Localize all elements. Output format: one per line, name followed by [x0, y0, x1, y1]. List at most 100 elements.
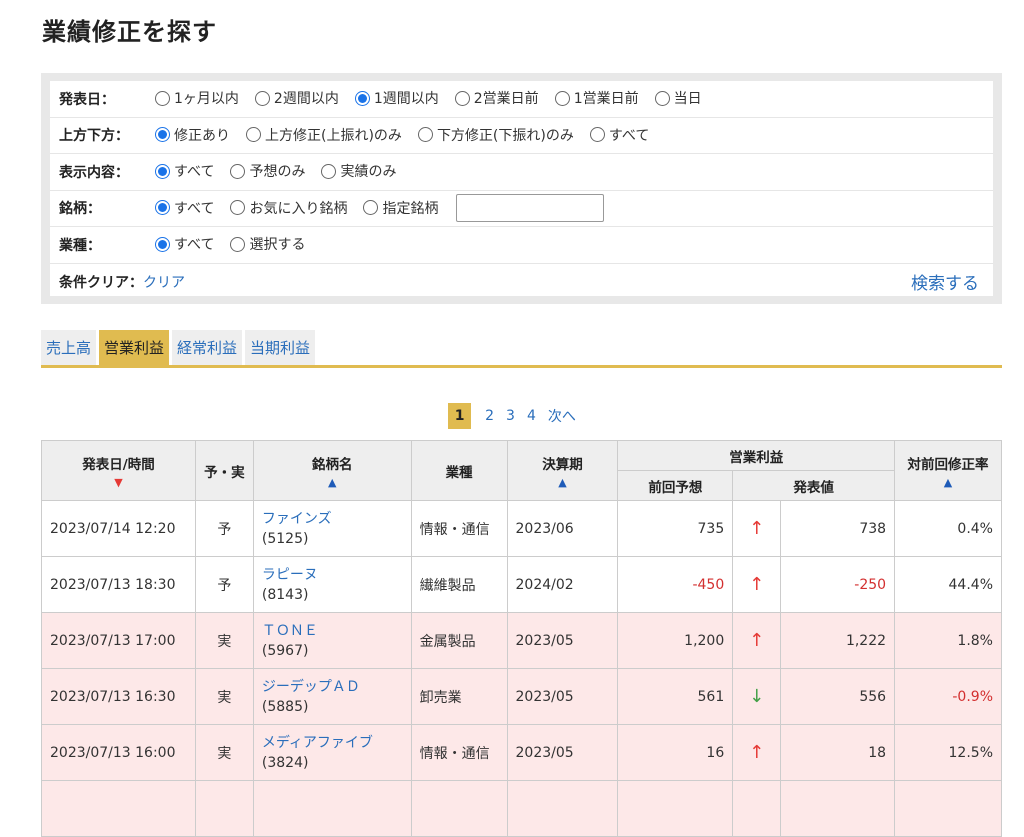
tab-operating-profit[interactable]: 営業利益: [99, 330, 170, 365]
radio-button[interactable]: [155, 163, 170, 179]
radio-button[interactable]: [155, 90, 170, 106]
sort-asc-icon[interactable]: ▲: [895, 476, 1001, 489]
cell-prev-forecast: 16: [617, 724, 734, 781]
stock-options: すべて お気に入り銘柄 指定銘柄: [155, 198, 454, 220]
cell-announced: 18: [780, 724, 896, 781]
cell-date: [41, 780, 196, 837]
cell-prev-forecast: 1,200: [617, 612, 734, 669]
radio-option[interactable]: 修正あり: [155, 125, 230, 145]
stock-code-input[interactable]: [456, 194, 605, 223]
radio-button[interactable]: [363, 200, 379, 215]
page-link[interactable]: 3: [506, 408, 515, 424]
sort-asc-icon[interactable]: ▲: [254, 476, 411, 489]
radio-option[interactable]: 実績のみ: [321, 161, 396, 181]
header-date[interactable]: 発表日/時間 ▼: [41, 440, 196, 501]
cell-announced: [780, 780, 896, 837]
cell-prev-forecast: [617, 780, 734, 837]
radio-option[interactable]: すべて: [589, 125, 649, 145]
cell-rate: 1.8%: [894, 612, 1002, 669]
radio-option[interactable]: 1営業日前: [554, 88, 639, 108]
cell-arrow: ↑: [732, 556, 782, 613]
radio-button[interactable]: [246, 127, 261, 142]
radio-label: 1ヶ月以内: [174, 91, 239, 107]
sort-asc-icon[interactable]: ▲: [508, 476, 618, 489]
stock-name-link[interactable]: ジーデップＡＤ: [262, 677, 403, 697]
cell-type: [194, 780, 254, 837]
cell-date: 2023/07/14 12:20: [41, 500, 196, 557]
tab-net-profit[interactable]: 当期利益: [245, 330, 316, 365]
table-row: 2023/07/13 16:00 実メディアファイブ (3824) 情報・通信 2023…: [41, 724, 1002, 781]
cell-type: 実: [194, 668, 254, 725]
filter-row-display: 表示内容： すべて 予想のみ 実績のみ: [50, 154, 993, 191]
radio-button[interactable]: [155, 200, 170, 215]
radio-button[interactable]: [230, 200, 246, 215]
radio-option[interactable]: 2営業日前: [454, 88, 539, 108]
cell-industry: 卸売業: [410, 668, 508, 725]
radio-option[interactable]: 1ヶ月以内: [155, 88, 239, 108]
radio-option[interactable]: 1週間以内: [354, 88, 439, 108]
cell-type: 実: [194, 724, 254, 781]
header-name[interactable]: 銘柄名 ▲: [252, 440, 412, 501]
radio-option[interactable]: 予想のみ: [230, 161, 305, 181]
cell-announced: 556: [780, 668, 896, 725]
next-page-link[interactable]: 次へ: [548, 406, 576, 426]
sort-desc-icon[interactable]: ▼: [42, 476, 195, 489]
radio-option[interactable]: 指定銘柄: [363, 198, 438, 218]
header-period-label: 決算期: [542, 456, 583, 473]
radio-button[interactable]: [589, 127, 605, 142]
cell-date: 2023/07/13 18:30: [41, 556, 196, 613]
radio-button[interactable]: [417, 127, 433, 142]
cell-prev-forecast: 735: [617, 500, 734, 557]
radio-button[interactable]: [554, 90, 570, 106]
filter-label-direction: 上方下方：: [59, 128, 129, 145]
filter-row-direction: 上方下方： 修正あり 上方修正(上振れ)のみ 下方修正(下振れ)のみ すべて: [50, 118, 993, 154]
radio-button[interactable]: [155, 127, 170, 142]
radio-option[interactable]: 選択する: [230, 234, 305, 254]
search-link[interactable]: 検索する: [911, 269, 979, 294]
radio-option[interactable]: すべて: [155, 234, 214, 254]
cell-rate: -0.9%: [894, 668, 1002, 725]
cell-period: 2023/05: [506, 612, 619, 669]
radio-option[interactable]: 下方修正(下振れ)のみ: [417, 125, 574, 145]
radio-button[interactable]: [254, 90, 270, 106]
header-rate-label: 対前回修正率: [907, 456, 989, 473]
table-row: 2023/07/13 16:30 実ジーデップＡＤ (5885) 卸売業 2023/05…: [41, 668, 1002, 725]
clear-link[interactable]: クリア: [143, 272, 185, 292]
stock-name-link[interactable]: メディアファイブ: [262, 733, 403, 753]
radio-option[interactable]: お気に入り銘柄: [230, 198, 347, 218]
tab-sales[interactable]: 売上高: [41, 330, 97, 365]
page-link[interactable]: 4: [527, 408, 536, 424]
cell-rate: 44.4%: [894, 556, 1002, 613]
cell-period: 2023/05: [506, 724, 619, 781]
radio-option[interactable]: 当日: [654, 88, 702, 108]
header-period[interactable]: 決算期 ▲: [506, 440, 619, 501]
header-rate[interactable]: 対前回修正率 ▲: [894, 440, 1002, 501]
cell-announced: -250: [780, 556, 896, 613]
page-link[interactable]: 2: [485, 408, 494, 424]
radio-button[interactable]: [654, 90, 670, 106]
search-filter-panel: 発表日： 1ヶ月以内 2週間以内 1週間以内 2営業日前 1営業日前 当日 上方下方： 修…: [41, 73, 1002, 304]
radio-button[interactable]: [230, 163, 246, 179]
results-body: 2023/07/14 12:20 予ファインズ (5125) 情報・通信 2023/06…: [41, 500, 1002, 837]
cell-stock: ファインズ (5125): [252, 500, 412, 557]
radio-option[interactable]: すべて: [155, 198, 214, 218]
arrow-up-icon: ↑: [749, 518, 765, 539]
radio-button[interactable]: [155, 236, 170, 252]
radio-button[interactable]: [354, 90, 370, 106]
radio-button[interactable]: [454, 90, 470, 106]
cell-period: [506, 780, 619, 837]
stock-name-link[interactable]: ＴＯＮＥ: [262, 621, 403, 641]
radio-label: 2営業日前: [473, 91, 539, 107]
radio-option[interactable]: 上方修正(上振れ)のみ: [246, 125, 402, 145]
radio-button[interactable]: [321, 163, 337, 179]
radio-option[interactable]: 2週間以内: [254, 88, 339, 108]
industry-options: すべて 選択する: [155, 234, 321, 256]
radio-button[interactable]: [230, 236, 246, 252]
clear-label: 条件クリア：: [59, 274, 143, 291]
page-link[interactable]: 1: [448, 403, 472, 429]
stock-name-link[interactable]: ラピーヌ: [262, 565, 403, 585]
radio-option[interactable]: すべて: [155, 161, 214, 181]
stock-name-link[interactable]: ファインズ: [262, 509, 403, 529]
table-row: 2023/07/13 18:30 予ラピーヌ (8143) 繊維製品 2024/02 -4…: [41, 556, 1002, 613]
tab-ordinary-profit[interactable]: 経常利益: [172, 330, 243, 365]
